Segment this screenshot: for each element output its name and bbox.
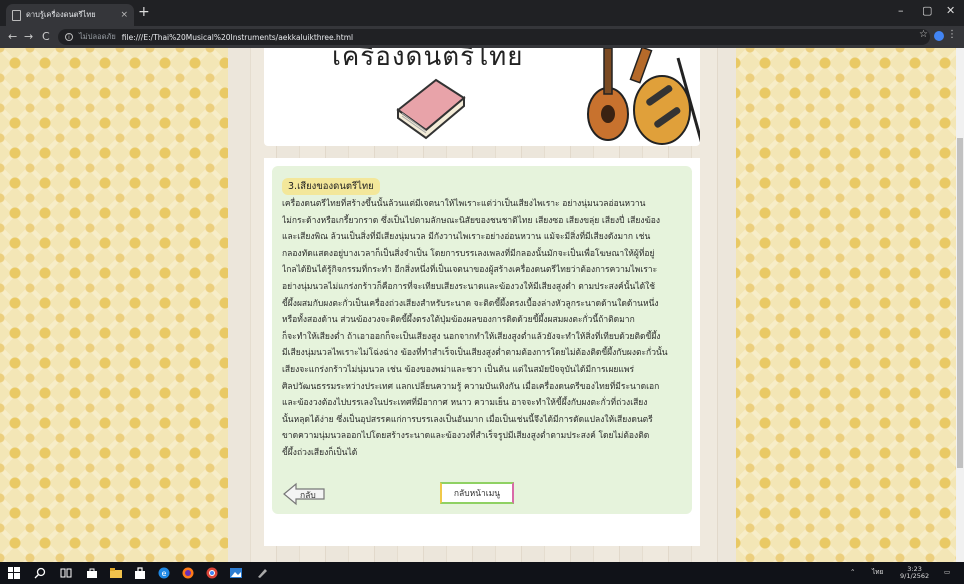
task-view-icon[interactable] xyxy=(60,567,72,579)
thai-instruments-illustration xyxy=(587,48,700,145)
shopping-bag-icon[interactable] xyxy=(134,567,146,579)
page-scrollbar[interactable] xyxy=(956,48,964,562)
forward-arrow-icon[interactable]: → xyxy=(24,29,33,45)
paragraph-line: หรือทั้งสองด้าน ส่วนฆ้องวงจะติดขี้ผึ้งตร… xyxy=(282,315,635,326)
paragraph-line: กลองทัดแสดงอยู่บางเวลาก็เป็นสิ่งจำเป็น โ… xyxy=(282,248,655,259)
paragraph-line: ก็จะทำให้เสียงต่ำ ถ้าเอาออกก็จะเป็นเสียง… xyxy=(282,331,661,342)
scroll-thumb[interactable] xyxy=(957,138,963,468)
paragraph-line: เครื่องดนตรีไทยที่สร้างขึ้นนั้นล้วนแต่มี… xyxy=(282,199,646,209)
search-icon[interactable] xyxy=(34,567,46,579)
minimize-button[interactable]: – xyxy=(898,4,904,17)
url-input[interactable]: i ไม่ปลอดภัย file:///E:/Thai%20Musical%2… xyxy=(58,29,930,45)
back-button[interactable]: กลับ xyxy=(282,482,326,506)
paragraph-line: ไกลได้ยินได้รู้กิจกรรมที่กระทำ อีกสิ่งหน… xyxy=(282,265,658,276)
paragraph-line: มีเสียงนุ่มนวลไพเราะไม่โฉ่งฉ่าง ฆ้องที่ท… xyxy=(282,348,668,359)
paragraph-line: ขี้ผึ้งผสมกับผงตะกั่วเป็นเครื่องถ่วงเสีย… xyxy=(282,298,659,309)
text-panel: 3.เสียงของดนตรีไทย เครื่องดนตรีไทยที่สร้… xyxy=(272,166,692,514)
browser-tab-bar: ดาบรู้เครื่องดนตรีไทย × + – ▢ ✕ xyxy=(0,0,964,26)
page-viewport: เครื่องดนตรีไทย 3.เสียงของดนตรีไทย เครื่… xyxy=(0,48,956,562)
paragraph-line: เสียงจะแกร่งกร้าวไม่นุ่มนวล เช่น ฆ้องของ… xyxy=(282,364,635,375)
paragraph-line: ขี้ผึ้งถ่วงเสียงก็เป็นได้ xyxy=(282,447,358,458)
edge-icon[interactable]: e xyxy=(158,567,170,579)
windows-start-icon[interactable] xyxy=(8,567,20,579)
restore-button[interactable]: ▢ xyxy=(922,4,932,17)
back-arrow-icon[interactable]: ← xyxy=(8,29,17,45)
clock[interactable]: 3:23 9/1/2562 xyxy=(900,566,929,580)
address-bar: ← → C i ไม่ปลอดภัย file:///E:/Thai%20Mus… xyxy=(0,26,964,48)
store-icon[interactable] xyxy=(86,567,98,579)
paragraph-line: และเสียงพิณ ล้วนเป็นสิ่งที่มีเสียงนุ่มนว… xyxy=(282,232,651,243)
page-header: เครื่องดนตรีไทย xyxy=(264,48,700,146)
content-card: 3.เสียงของดนตรีไทย เครื่องดนตรีไทยที่สร้… xyxy=(264,158,700,546)
tab-close-icon[interactable]: × xyxy=(120,10,128,20)
clock-date: 9/1/2562 xyxy=(900,572,930,580)
photos-icon[interactable] xyxy=(230,567,242,579)
paragraph-line: อย่างนุ่มนวลไม่แกร่งกร้าวก็คือการที่จะเท… xyxy=(282,281,656,292)
page-icon xyxy=(12,9,21,21)
browser-tab[interactable]: ดาบรู้เครื่องดนตรีไทย × xyxy=(6,4,134,26)
new-tab-button[interactable]: + xyxy=(138,4,150,20)
paragraph-line: ขาดความนุ่มนวลออกไปโดยสร้างระนาดและฆ้องว… xyxy=(282,431,650,442)
tab-title: ดาบรู้เครื่องดนตรีไทย xyxy=(26,10,96,19)
paragraph-line: นั้นหลุดได้ง่าย ซึ่งเป็นอุปสรรคแก่การบรร… xyxy=(282,414,653,425)
close-window-button[interactable]: ✕ xyxy=(946,4,955,17)
paragraph-line: และฆ้องวงต้องไปบรรเลงในประเทศที่มีอากาศ … xyxy=(282,398,648,409)
pen-tool-icon[interactable] xyxy=(256,567,268,579)
reload-icon[interactable]: C xyxy=(42,29,50,45)
svg-text:e: e xyxy=(162,569,167,578)
security-label: ไม่ปลอดภัย xyxy=(79,32,116,41)
book-illustration xyxy=(396,78,466,140)
paragraph: เครื่องดนตรีไทยที่สร้างขึ้นนั้นล้วนแต่มี… xyxy=(282,196,684,462)
paragraph-line: ศิลปวัฒนธรรมระหว่างประเทศ แลกเปลี่ยนความ… xyxy=(282,381,660,392)
url-text: file:///E:/Thai%20Musical%20Instruments/… xyxy=(121,32,354,42)
info-icon[interactable]: i xyxy=(65,33,73,41)
network-icon[interactable]: ⌃ xyxy=(850,569,855,576)
back-label: กลับ xyxy=(300,491,316,501)
extension-icon[interactable] xyxy=(934,31,944,41)
paragraph-line: ไม่กระด้างหรือเกรี้ยวกราด ซึ่งเป็นไปตามล… xyxy=(282,215,661,226)
bookmark-star-icon[interactable]: ☆ xyxy=(919,29,928,40)
section-heading: 3.เสียงของดนตรีไทย xyxy=(282,178,380,195)
chrome-icon[interactable] xyxy=(206,567,218,579)
taskbar: e ⌃ ไทย 3:23 9/1/2562 ▭ xyxy=(0,562,964,584)
main-menu-button[interactable]: กลับหน้าเมนู xyxy=(440,482,514,504)
browser-menu-icon[interactable]: ⋮ xyxy=(947,29,957,40)
ime-indicator[interactable]: ไทย xyxy=(872,569,883,576)
file-explorer-icon[interactable] xyxy=(110,567,122,579)
notification-icon[interactable]: ▭ xyxy=(944,569,950,576)
firefox-icon[interactable] xyxy=(182,567,194,579)
